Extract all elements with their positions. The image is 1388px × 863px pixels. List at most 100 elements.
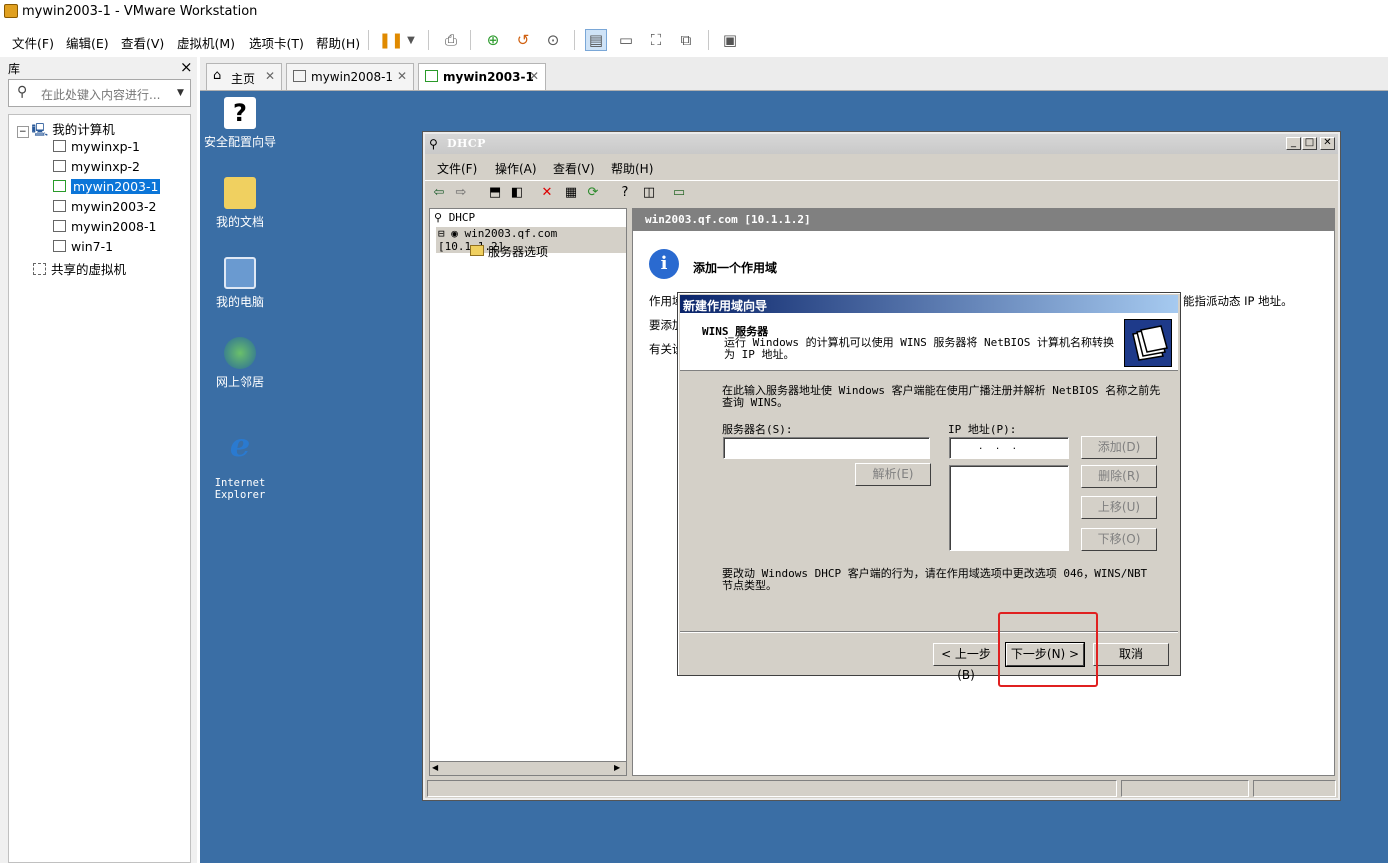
forward-icon[interactable]: ⇨ [453, 185, 469, 201]
close-icon[interactable]: ✕ [265, 69, 275, 83]
tree-vm[interactable]: mywinxp-2 [53, 159, 140, 174]
chevron-down-icon[interactable]: ▼ [400, 29, 422, 51]
show-tree-icon[interactable]: ◧ [509, 185, 525, 201]
server-name-label: 服务器名(S): [722, 423, 793, 436]
menu-help[interactable]: 帮助(H) [316, 33, 360, 52]
snapshot-icon[interactable]: ⊕ [482, 29, 504, 51]
search-input[interactable]: 在此处键入内容进行... [41, 86, 160, 103]
pause-icon[interactable]: ❚❚ [378, 29, 403, 51]
maximize-button[interactable]: □ [1302, 137, 1317, 150]
library-panel: 库 × ⚲ 在此处键入内容进行... ▼ − 🖳 我的计算机 mywinxp-1 … [0, 57, 197, 863]
horizontal-scrollbar[interactable]: ◀ ▶ [430, 761, 626, 775]
tree-vm[interactable]: mywin2008-1 [53, 219, 156, 234]
monitor-icon[interactable]: ▭ [671, 185, 687, 201]
close-icon[interactable]: ✕ [529, 69, 539, 83]
tree-vm-selected[interactable]: mywin2003-1 [53, 179, 161, 194]
menu-edit[interactable]: 编辑(E) [66, 33, 109, 52]
help-icon[interactable]: ? [617, 185, 633, 201]
library-search[interactable]: ⚲ 在此处键入内容进行... ▼ [8, 79, 191, 107]
back-button[interactable]: < 上一步(B) [933, 643, 999, 682]
move-up-button[interactable]: 上移(U) [1081, 496, 1157, 519]
status-bar [427, 780, 1336, 798]
full-screen-icon[interactable]: ⛶ [645, 29, 667, 51]
move-down-button[interactable]: 下移(O) [1081, 528, 1157, 551]
desktop-icon-security-wizard[interactable]: ? 安全配置向导 [200, 97, 280, 150]
chevron-down-icon[interactable]: ▼ [177, 88, 184, 98]
up-level-icon[interactable]: ⬒ [487, 185, 503, 201]
vm-running-icon [53, 180, 66, 192]
console-view-icon[interactable]: ▣ [719, 29, 741, 51]
close-icon[interactable]: ✕ [397, 69, 407, 83]
desktop-icon-ie[interactable]: e Internet Explorer [200, 417, 280, 501]
vmware-logo-icon [4, 4, 18, 18]
back-icon[interactable]: ⇦ [431, 185, 447, 201]
unity-icon[interactable]: ⧉ [675, 29, 697, 51]
wizard-folders-icon [1124, 319, 1172, 367]
menu-file[interactable]: 文件(F) [12, 33, 54, 52]
vm-icon [53, 220, 66, 232]
remove-button[interactable]: 删除(R) [1081, 465, 1157, 488]
dhcp-menu-view[interactable]: 查看(V) [553, 160, 595, 177]
resolve-button[interactable]: 解析(E) [855, 463, 931, 486]
question-shortcut-icon: ? [224, 97, 256, 129]
app-title-bar: mywin2003-1 - VMware Workstation [0, 0, 1388, 24]
show-library-icon[interactable]: ▤ [585, 29, 607, 51]
desktop-icon-my-computer[interactable]: 我的电脑 [200, 257, 280, 310]
network-icon [224, 337, 256, 369]
dhcp-menubar: 文件(F) 操作(A) 查看(V) 帮助(H) [425, 156, 1338, 178]
menu-vm[interactable]: 虚拟机(M) [177, 33, 235, 52]
desktop-icon-network[interactable]: 网上邻居 [200, 337, 280, 390]
menubar: 文件(F) 编辑(E) 查看(V) 虚拟机(M) 选项卡(T) 帮助(H) ❚❚… [0, 25, 1388, 55]
ip-address-input[interactable]: . . . [949, 437, 1069, 459]
dhcp-toolbar: ⇦ ⇨ ⬒ ◧ ✕ ▦ ⟳ ? ◫ ▭ [425, 180, 1338, 204]
properties-icon[interactable]: ▦ [563, 185, 579, 201]
tab-home[interactable]: ⌂ 主页 ✕ [206, 63, 282, 90]
dhcp-menu-action[interactable]: 操作(A) [495, 160, 537, 177]
thumbnail-bar-icon[interactable]: ▭ [615, 29, 637, 51]
tree-vm[interactable]: mywin2003-2 [53, 199, 156, 214]
tab-mywin2008-1[interactable]: mywin2008-1 ✕ [286, 63, 414, 90]
search-icon: ⚲ [17, 84, 28, 100]
ip-address-label: IP 地址(P): [948, 423, 1017, 436]
collapse-icon[interactable]: − [17, 126, 29, 138]
snapshot-manager-icon[interactable]: ⊙ [542, 29, 564, 51]
menu-view[interactable]: 查看(V) [121, 33, 164, 52]
server-name-input[interactable] [723, 437, 930, 459]
vm-icon [53, 140, 66, 152]
dhcp-icon: ⚲ [429, 137, 438, 151]
desktop-icon-my-documents[interactable]: 我的文档 [200, 177, 280, 230]
tree-vm[interactable]: win7-1 [53, 239, 113, 254]
menu-tabs[interactable]: 选项卡(T) [249, 33, 304, 52]
tree-dhcp-root[interactable]: ⚲ DHCP [434, 211, 475, 224]
separator [680, 631, 1178, 633]
cancel-button[interactable]: 取消 [1093, 643, 1169, 666]
minimize-button[interactable]: _ [1286, 137, 1301, 150]
library-header: 库 × [0, 57, 197, 77]
delete-icon[interactable]: ✕ [539, 185, 555, 201]
pane-icon[interactable]: ◫ [641, 185, 657, 201]
tree-vm[interactable]: mywinxp-1 [53, 139, 140, 154]
scroll-right-icon[interactable]: ▶ [614, 763, 620, 772]
scroll-left-icon[interactable]: ◀ [432, 763, 438, 772]
ie-icon: e [229, 426, 251, 464]
add-button[interactable]: 添加(D) [1081, 436, 1157, 459]
close-button[interactable]: ✕ [1320, 137, 1335, 150]
tab-bar: ⌂ 主页 ✕ mywin2008-1 ✕ mywin2003-1 ✕ [200, 57, 1388, 91]
dhcp-menu-help[interactable]: 帮助(H) [611, 160, 653, 177]
tree-server-options[interactable]: 服务器选项 [470, 243, 548, 260]
close-icon[interactable]: × [180, 58, 193, 76]
vm-icon [53, 200, 66, 212]
tree-shared[interactable]: 共享的虚拟机 [33, 259, 126, 278]
tab-mywin2003-1[interactable]: mywin2003-1 ✕ [418, 63, 546, 90]
send-ctrl-alt-del-icon[interactable]: ⎙ [440, 29, 462, 51]
home-icon: ⌂ [213, 68, 222, 83]
wizard-intro: 在此输入服务器地址使 Windows 客户端能在使用广播注册并解析 NetBIO… [722, 384, 1161, 409]
highlight-annotation [998, 612, 1098, 687]
dhcp-title: DHCP [447, 137, 486, 150]
dhcp-menu-file[interactable]: 文件(F) [437, 160, 477, 177]
status-cell [1253, 780, 1336, 797]
refresh-icon[interactable]: ⟳ [585, 185, 601, 201]
revert-snapshot-icon[interactable]: ↺ [512, 29, 534, 51]
ip-address-list[interactable] [949, 465, 1069, 551]
app-title: mywin2003-1 - VMware Workstation [22, 4, 258, 19]
